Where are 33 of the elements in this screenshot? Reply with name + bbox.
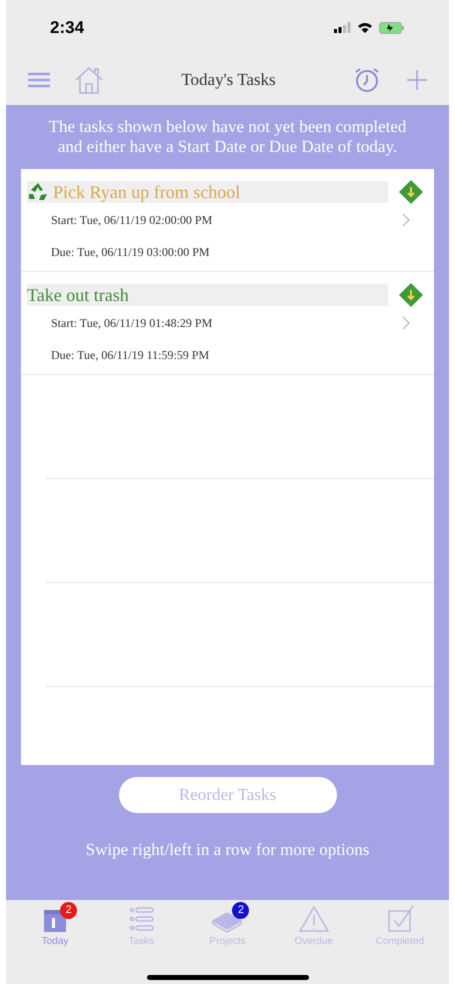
chevron-right-icon	[402, 213, 410, 227]
task-row[interactable]: Take out trash Start: Tue, 06/11/19 01:48:29 PM Due: Tue, 06/11/19 11:59:59 PM	[21, 272, 434, 375]
count-badge: 2	[232, 902, 250, 919]
swipe-hint: Swipe right/left in a row for more options	[86, 839, 370, 861]
home-button[interactable]	[74, 65, 104, 95]
recycle-icon	[27, 182, 49, 202]
signal-icon	[334, 22, 351, 33]
alarm-clock-icon	[353, 66, 381, 94]
priority-diamond-icon	[398, 179, 424, 205]
warning-icon	[296, 904, 331, 934]
nav-title: Today's Tasks	[180, 69, 277, 92]
chevron-right-icon	[402, 316, 410, 330]
menu-icon	[28, 72, 50, 88]
intro-text: The tasks shown below have not yet been completed and either have a Start Date or Due Date of today.	[48, 116, 408, 158]
due-date: Due: Tue, 06/11/19 11:59:59 PM	[50, 347, 210, 364]
tab-label: Today	[42, 935, 68, 949]
count-badge: 2	[60, 902, 78, 919]
tab-bar-item[interactable]: Today 2	[16, 904, 94, 949]
task-title: Pick Ryan up from school	[53, 180, 240, 204]
status-time: 2:34	[50, 16, 84, 39]
plus-icon	[407, 70, 427, 90]
task-row[interactable]: Pick Ryan up from school Start: Tue, 06/11/19 02:00:00 PM Due: Tue, 06/11/19 03:00:00 PM	[21, 169, 434, 272]
start-date: Start: Tue, 06/11/19 02:00:00 PM	[51, 212, 214, 229]
home-icon	[74, 65, 104, 95]
add-button[interactable]	[407, 70, 427, 90]
battery-icon	[379, 22, 405, 34]
menu-button[interactable]	[28, 72, 50, 88]
task-title: Take out trash	[27, 284, 129, 306]
due-date: Due: Tue, 06/11/19 03:00:00 PM	[50, 244, 211, 261]
wifi-icon	[357, 22, 373, 34]
priority-diamond-icon	[398, 282, 424, 308]
start-date: Start: Tue, 06/11/19 01:48:29 PM	[51, 315, 214, 332]
alarm-button[interactable]	[353, 66, 381, 94]
